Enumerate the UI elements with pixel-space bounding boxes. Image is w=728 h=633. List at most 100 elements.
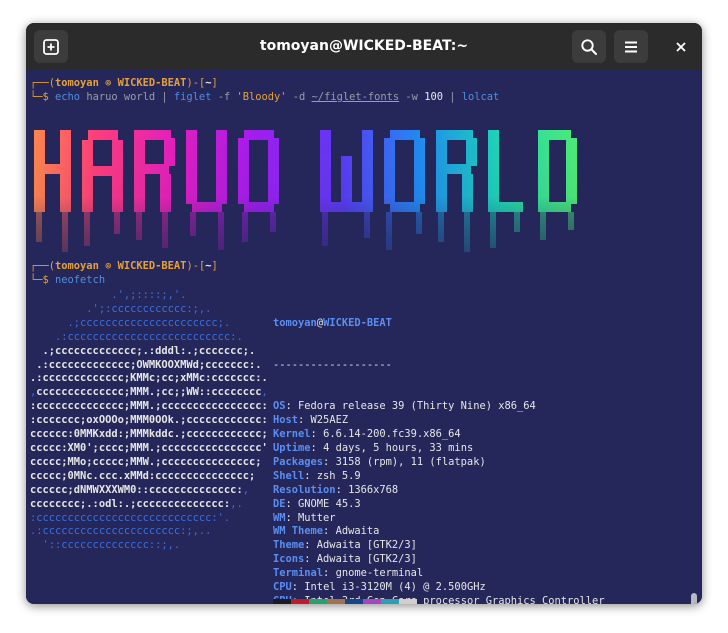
cmd-neofetch: neofetch (55, 274, 106, 286)
ascii-line: :ccccccc;oxOOOo;MMM0OOk.;cccccccccccc: (30, 414, 268, 427)
color-swatch (381, 599, 399, 604)
ascii-line: :cccccccccccccccccccccccccccc:'. (30, 511, 231, 524)
separator: ------------------- (273, 358, 392, 371)
prompt-dir: ~ (205, 77, 212, 89)
terminal-content[interactable]: ┌──(tomoyan ⊚ WICKED-BEAT)-[~] └─$ echo … (26, 70, 702, 604)
ascii-line: .:ccccccccccccc;OWMKOOXMWd;ccccccc:. (36, 358, 262, 371)
info-value: Adwaita [GTK2/3] (316, 539, 417, 552)
neofetch-user: tomoyan (273, 316, 317, 329)
info-row: Packages: 3158 (rpm), 11 (flatpak) (273, 455, 486, 468)
ascii-line: cccccccc;.:odl:.;cccccccccccccc:,. (30, 497, 243, 510)
info-value: 6.6.14-200.fc39.x86_64 (323, 428, 461, 441)
ascii-line: .:ccccccccccccc;KMMc;cc;xMMc:ccccccc:. (30, 372, 268, 385)
info-row: OS: Fedora release 39 (Thirty Nine) x86_… (273, 400, 536, 413)
info-value: Intel i3-3120M (4) @ 2.500GHz (304, 581, 486, 594)
info-row: WM: Mutter (273, 511, 336, 524)
title-bar: tomoyan@WICKED-BEAT:~ (26, 23, 702, 70)
info-value: GNOME 45.3 (298, 497, 361, 510)
fedora-ascii-logo: .',;::::;,'. .';:cccccccccccc:;,. .;cccc… (30, 289, 268, 553)
info-value: 3158 (rpm), 11 (flatpak) (335, 455, 486, 468)
color-swatch (291, 599, 309, 604)
prompt-host: WICKED-BEAT (117, 260, 187, 272)
menu-button[interactable] (614, 30, 648, 63)
ascii-line: .';:cccccccccccc:;,. (30, 302, 212, 315)
cmd-lolcat: lolcat (455, 91, 500, 103)
info-key: Theme (273, 539, 305, 552)
info-key: Icons (273, 553, 305, 566)
flag-f: -f (211, 91, 237, 103)
info-row: Theme: Adwaita [GTK2/3] (273, 539, 417, 552)
info-key: Terminal (273, 567, 324, 580)
flag-w: -w (399, 91, 425, 103)
close-button[interactable] (668, 34, 694, 60)
info-key: Kernel (273, 428, 311, 441)
prompt-user: tomoyan (55, 260, 99, 272)
color-swatch (309, 599, 327, 604)
neofetch-info: tomoyan@WICKED-BEAT ------------------- … (273, 289, 605, 604)
font-dir: ~/figlet-fonts (311, 91, 400, 103)
cmd-echo-arg: haruo world (80, 91, 162, 103)
info-key: DE (273, 497, 286, 510)
info-row: Icons: Adwaita [GTK2/3] (273, 553, 417, 566)
info-key: Uptime (273, 441, 311, 454)
info-value: Adwaita [GTK2/3] (316, 553, 417, 566)
scrollbar-thumb[interactable] (691, 593, 697, 604)
info-value: Adwaita (335, 525, 380, 538)
info-row: Resolution: 1366x768 (273, 483, 399, 496)
info-row: Uptime: 4 days, 5 hours, 33 mins (273, 441, 474, 454)
new-tab-icon (43, 38, 59, 55)
command-line: └─$ echo haruo world | figlet -f 'Bloody… (30, 91, 500, 103)
info-value: zsh 5.9 (316, 469, 361, 482)
info-key: CPU (273, 581, 292, 594)
info-value: Mutter (298, 511, 336, 524)
info-row: WM Theme: Adwaita (273, 525, 380, 538)
ascii-line: ,cccccccccccccc;MMM.;cc;;WW::cccccccc, (30, 386, 268, 399)
cmd-echo: echo (55, 91, 81, 103)
color-swatch (273, 599, 291, 604)
color-swatch (399, 599, 417, 604)
color-swatch (363, 599, 381, 604)
user-host-line: tomoyan@WICKED-BEAT (273, 317, 605, 331)
info-row: Host: W25AEZ (273, 414, 349, 427)
info-row: CPU: Intel i3-3120M (4) @ 2.500GHz (273, 581, 486, 594)
ascii-line: .:cccccccccccccccccccccc:;,.. (30, 525, 212, 538)
info-key: Resolution (273, 483, 336, 496)
cmd-figlet: figlet (167, 91, 212, 103)
color-swatch (345, 599, 363, 604)
ascii-line: cccccc:0MMKxdd:;MMMkddc.;cccccccccccc; (30, 428, 268, 441)
figlet-banner (34, 130, 577, 252)
hamburger-menu-icon (625, 41, 637, 52)
ascii-line: cccccc;dNMWXXXWM0::cccccccccccccc:, (30, 483, 249, 496)
info-value: Fedora release 39 (Thirty Nine) x86_64 (298, 400, 536, 413)
info-value: 1366x768 (348, 483, 399, 496)
ascii-line: ccccc;MMo;ccccc;MMW.;ccccccccccccccc; (30, 455, 262, 468)
terminal-window: tomoyan@WICKED-BEAT:~ ┌──(tomoyan ⊚ WICK… (26, 23, 702, 604)
neofetch-host: WICKED-BEAT (323, 316, 392, 329)
prompt-host: WICKED-BEAT (117, 77, 187, 89)
info-value: W25AEZ (310, 414, 349, 427)
info-row: Terminal: gnome-terminal (273, 567, 424, 580)
flag-d: -d (286, 91, 312, 103)
ascii-line: .;ccccccccccccc;.:dddl:.;ccccccc;. (42, 344, 256, 357)
info-row: DE: GNOME 45.3 (273, 497, 361, 510)
info-key: WM Theme (273, 525, 324, 538)
info-row: Kernel: 6.6.14-200.fc39.x86_64 (273, 428, 461, 441)
new-tab-button[interactable] (34, 30, 68, 63)
info-row: Shell: zsh 5.9 (273, 469, 361, 482)
info-key: Shell (273, 469, 305, 482)
ascii-line: .;cccccccccccccccccccccc;. (30, 316, 231, 329)
prompt-dir: ~ (205, 260, 212, 272)
info-entries: OS: Fedora release 39 (Thirty Nine) x86_… (273, 400, 605, 604)
prompt-line: ┌──(tomoyan ⊚ WICKED-BEAT)-[~] (30, 260, 218, 272)
ascii-line: .',;::::;,'. (30, 289, 187, 301)
search-button[interactable] (572, 30, 606, 63)
ascii-line: ccccc:XM0';cccc;MMM.;cccccccccccccccc' (30, 441, 268, 454)
close-icon (676, 42, 686, 52)
figlet-letters (34, 130, 577, 252)
command-line: └─$ neofetch (30, 274, 106, 286)
color-swatch (327, 599, 345, 604)
width-val: 100 (424, 91, 450, 103)
search-icon (581, 38, 598, 55)
prompt-user: tomoyan (55, 77, 99, 89)
info-value: gnome-terminal (335, 567, 424, 580)
